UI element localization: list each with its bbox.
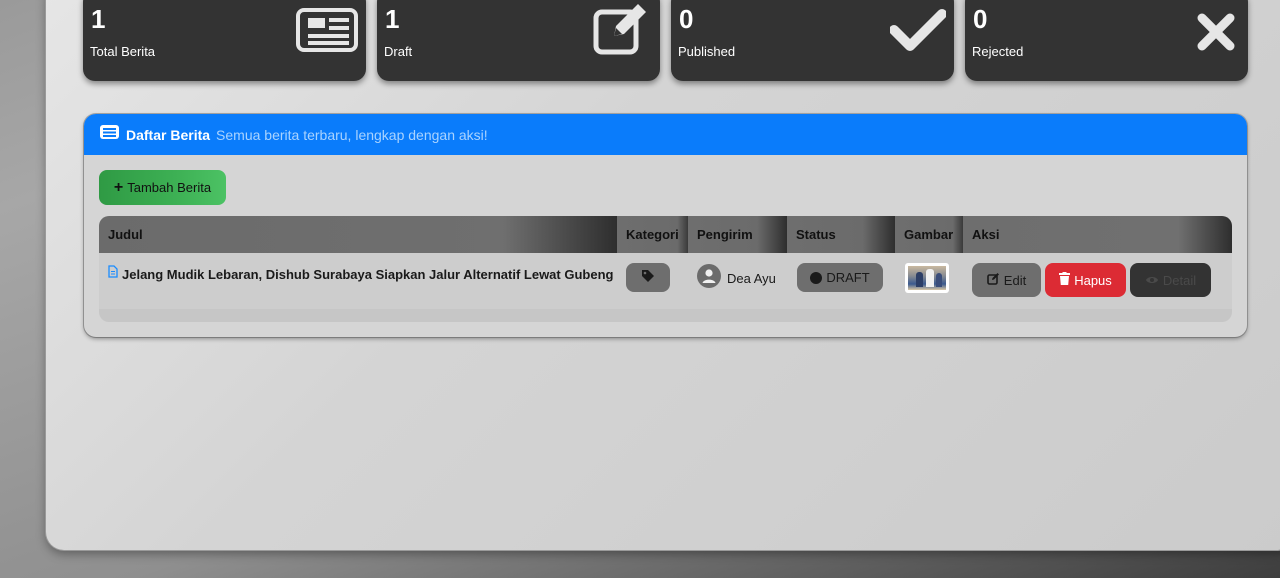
edit-icon (592, 0, 652, 61)
plus-icon: + (113, 178, 124, 196)
trash-icon (1059, 272, 1071, 288)
stat-value: 0 (679, 4, 694, 34)
sender-name: Dea Ayu (727, 271, 776, 286)
list-icon (99, 124, 120, 145)
stat-value: 1 (91, 4, 106, 34)
stat-label: Rejected (972, 44, 1024, 59)
check-icon (889, 8, 947, 57)
eye-icon (1145, 273, 1159, 288)
x-icon (1196, 12, 1236, 57)
status-label: DRAFT (826, 270, 870, 285)
stat-card-draft: 1 Draft (377, 0, 660, 81)
tag-icon (641, 269, 655, 286)
edit-button[interactable]: Edit (972, 263, 1041, 297)
column-gambar: Gambar (895, 216, 963, 253)
column-status: Status (787, 216, 895, 253)
news-list-header: Daftar Berita Semua berita terbaru, leng… (84, 114, 1247, 155)
edit-label: Edit (1003, 272, 1027, 288)
stat-card-total: 1 Total Berita (83, 0, 366, 81)
news-table: Judul Kategori Pengirim Status Gambar Ak… (99, 216, 1232, 322)
avatar-icon (697, 264, 721, 293)
category-badge (626, 263, 670, 292)
table-header: Judul Kategori Pengirim Status Gambar Ak… (99, 216, 1232, 253)
news-list-card: Daftar Berita Semua berita terbaru, leng… (84, 114, 1247, 337)
news-title-cell: Jelang Mudik Lebaran, Dishub Surabaya Si… (108, 265, 613, 283)
document-icon (108, 265, 118, 283)
stat-value: 0 (973, 4, 988, 34)
status-dot-icon (810, 271, 823, 284)
card-title: Daftar Berita (126, 126, 211, 143)
column-pengirim: Pengirim (688, 216, 787, 253)
sender-cell: Dea Ayu (697, 264, 776, 293)
column-kategori: Kategori (617, 216, 688, 253)
table-row: Jelang Mudik Lebaran, Dishub Surabaya Si… (99, 253, 1232, 309)
column-aksi: Aksi (963, 216, 1232, 253)
stat-label: Total Berita (90, 44, 156, 59)
add-news-label: Tambah Berita (127, 180, 212, 195)
newspaper-icon (296, 6, 358, 59)
stat-value: 1 (385, 4, 400, 34)
stat-card-published: 0 Published (671, 0, 954, 81)
add-news-button[interactable]: + Tambah Berita (99, 170, 226, 205)
delete-button[interactable]: Hapus (1045, 263, 1126, 297)
card-subtitle: Semua berita terbaru, lengkap dengan aks… (216, 126, 488, 143)
stat-label: Draft (384, 44, 413, 59)
detail-label: Detail (1162, 272, 1197, 288)
news-thumbnail[interactable] (905, 263, 949, 293)
delete-label: Hapus (1074, 272, 1112, 288)
detail-button[interactable]: Detail (1130, 263, 1211, 297)
status-badge: DRAFT (797, 263, 883, 292)
column-judul: Judul (99, 216, 617, 253)
news-title[interactable]: Jelang Mudik Lebaran, Dishub Surabaya Si… (122, 267, 613, 282)
thumbnail-image (908, 266, 946, 290)
edit-icon (986, 272, 1000, 288)
stat-card-rejected: 0 Rejected (965, 0, 1248, 81)
stat-label: Published (678, 44, 736, 59)
